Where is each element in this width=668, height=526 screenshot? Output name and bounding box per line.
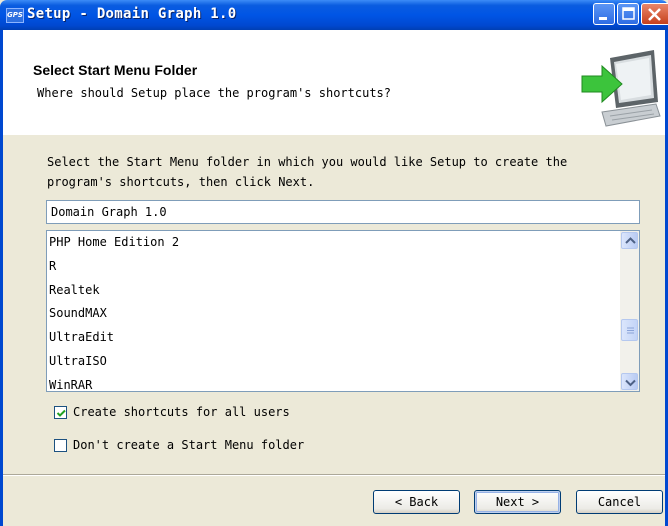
- chevron-down-icon: [625, 379, 636, 387]
- all-users-checkbox[interactable]: [54, 406, 67, 419]
- next-button[interactable]: Next >: [474, 490, 561, 514]
- maximize-button[interactable]: [617, 3, 639, 25]
- no-folder-checkbox[interactable]: [54, 439, 67, 452]
- no-folder-label[interactable]: Don't create a Start Menu folder: [73, 438, 304, 452]
- all-users-label[interactable]: Create shortcuts for all users: [73, 405, 290, 419]
- back-button[interactable]: < Back: [373, 490, 460, 514]
- page-subtitle: Where should Setup place the program's s…: [37, 86, 392, 100]
- folder-list-item[interactable]: WinRAR: [47, 374, 621, 391]
- scroll-thumb[interactable]: [621, 319, 638, 341]
- header-divider: [3, 134, 665, 135]
- scroll-down-button[interactable]: [621, 373, 638, 390]
- maximize-icon: [622, 7, 635, 20]
- window-title: Setup - Domain Graph 1.0: [27, 6, 237, 22]
- folder-list-scrollbar[interactable]: [620, 231, 639, 391]
- folder-list-item[interactable]: UltraISO: [47, 350, 621, 374]
- setup-window: GPS Setup - Domain Graph 1.0 Select Star…: [0, 0, 668, 526]
- instruction-line-1: Select the Start Menu folder in which yo…: [47, 155, 568, 169]
- folder-list-items: PHP Home Edition 2 R Realtek SoundMAX UltraE…: [47, 231, 621, 391]
- page-title: Select Start Menu Folder: [33, 62, 198, 78]
- close-icon: [648, 8, 661, 21]
- computer-shortcut-icon: [581, 50, 661, 127]
- instruction-line-2: program's shortcuts, then click Next.: [47, 175, 315, 189]
- grip-icon: [627, 327, 634, 334]
- folder-list-item[interactable]: R: [47, 255, 621, 279]
- folder-list-item[interactable]: Realtek: [47, 279, 621, 303]
- app-icon: GPS: [6, 8, 24, 23]
- folder-list-item[interactable]: UltraEdit: [47, 326, 621, 350]
- cancel-button[interactable]: Cancel: [576, 490, 663, 514]
- start-menu-folder-input[interactable]: [46, 200, 640, 224]
- minimize-icon: [599, 17, 607, 20]
- wizard-header: Select Start Menu Folder Where should Se…: [3, 30, 665, 135]
- title-bar[interactable]: GPS Setup - Domain Graph 1.0: [0, 0, 668, 30]
- folder-list[interactable]: PHP Home Edition 2 R Realtek SoundMAX UltraE…: [46, 230, 640, 392]
- minimize-button[interactable]: [593, 3, 615, 25]
- scroll-up-button[interactable]: [621, 232, 638, 249]
- folder-list-item[interactable]: SoundMAX: [47, 302, 621, 326]
- folder-list-item[interactable]: PHP Home Edition 2: [47, 231, 621, 255]
- checkmark-icon: [56, 409, 66, 417]
- instruction-text: Select the Start Menu folder in which yo…: [47, 152, 647, 192]
- close-button[interactable]: [641, 3, 668, 25]
- chevron-up-icon: [625, 237, 636, 244]
- footer-divider: [3, 474, 665, 476]
